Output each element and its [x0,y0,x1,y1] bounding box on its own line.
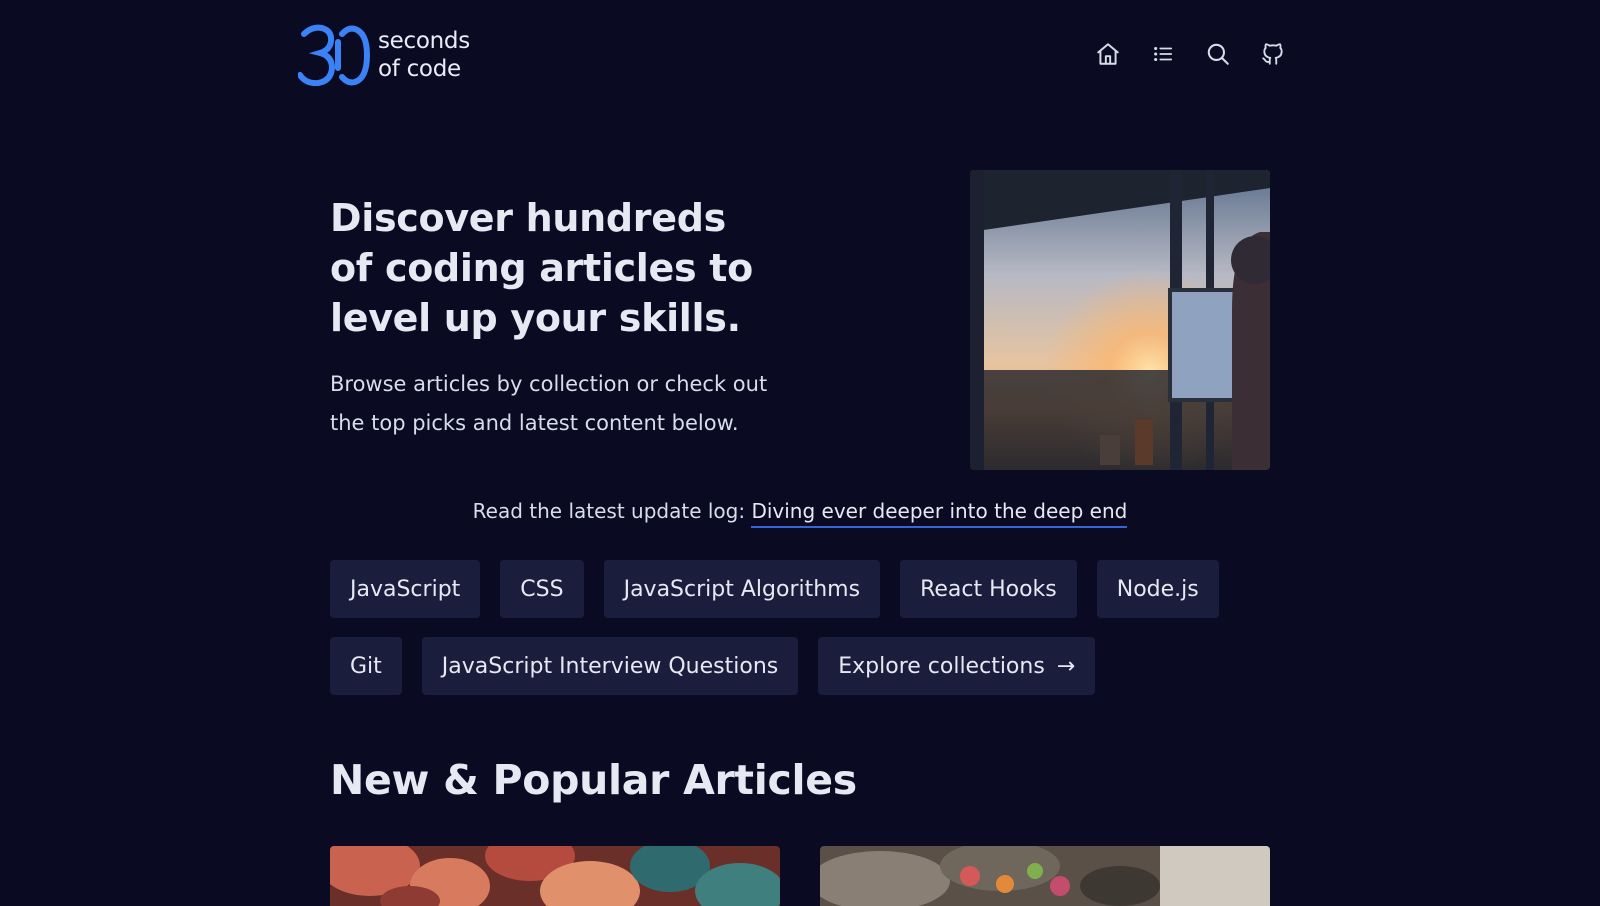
chip-javascript[interactable]: JavaScript [330,560,481,618]
article-card-image [820,846,1270,906]
chip-react-hooks[interactable]: React Hooks [900,560,1077,618]
chip-javascript-algorithms[interactable]: JavaScript Algorithms [603,560,881,618]
hero-subtitle: Browse articles by collection or check o… [330,372,768,435]
logo-text-line1: seconds [378,28,470,54]
hero-image [970,170,1270,470]
update-log: Read the latest update log: Diving ever … [0,496,1600,528]
top-nav [1092,38,1312,70]
logo-text-line2: of code [378,56,461,82]
arrow-right-icon: → [1056,653,1076,679]
article-card[interactable] [330,846,780,906]
logo-mark-icon [298,24,370,86]
collections-button[interactable] [1147,38,1179,70]
explore-collections-label: Explore collections [838,653,1045,679]
article-card[interactable] [820,846,1270,906]
list-icon [1154,46,1173,62]
explore-collections-button[interactable]: Explore collections → [818,637,1096,695]
home-button[interactable] [1092,38,1124,70]
hero-title: Discover hundreds of coding articles to … [330,196,753,340]
search-button[interactable] [1202,38,1234,70]
logo-text: seconds of code [378,27,470,83]
github-button[interactable] [1257,38,1289,70]
collection-chips: JavaScript CSS JavaScript Algorithms Rea… [330,560,1270,714]
home-icon [1097,43,1119,65]
update-log-prefix: Read the latest update log: [472,499,746,523]
chip-git[interactable]: Git [330,637,402,695]
section-title: New & Popular Articles [330,756,857,804]
chip-css[interactable]: CSS [500,560,584,618]
article-card-image [330,846,780,906]
github-icon [1262,43,1283,65]
chip-javascript-interview-questions[interactable]: JavaScript Interview Questions [421,637,799,695]
update-log-link[interactable]: Diving ever deeper into the deep end [751,499,1128,528]
search-icon [1207,43,1229,65]
chip-nodejs[interactable]: Node.js [1096,560,1219,618]
site-header: seconds of code [0,0,1600,110]
logo-link[interactable]: seconds of code [298,24,470,86]
